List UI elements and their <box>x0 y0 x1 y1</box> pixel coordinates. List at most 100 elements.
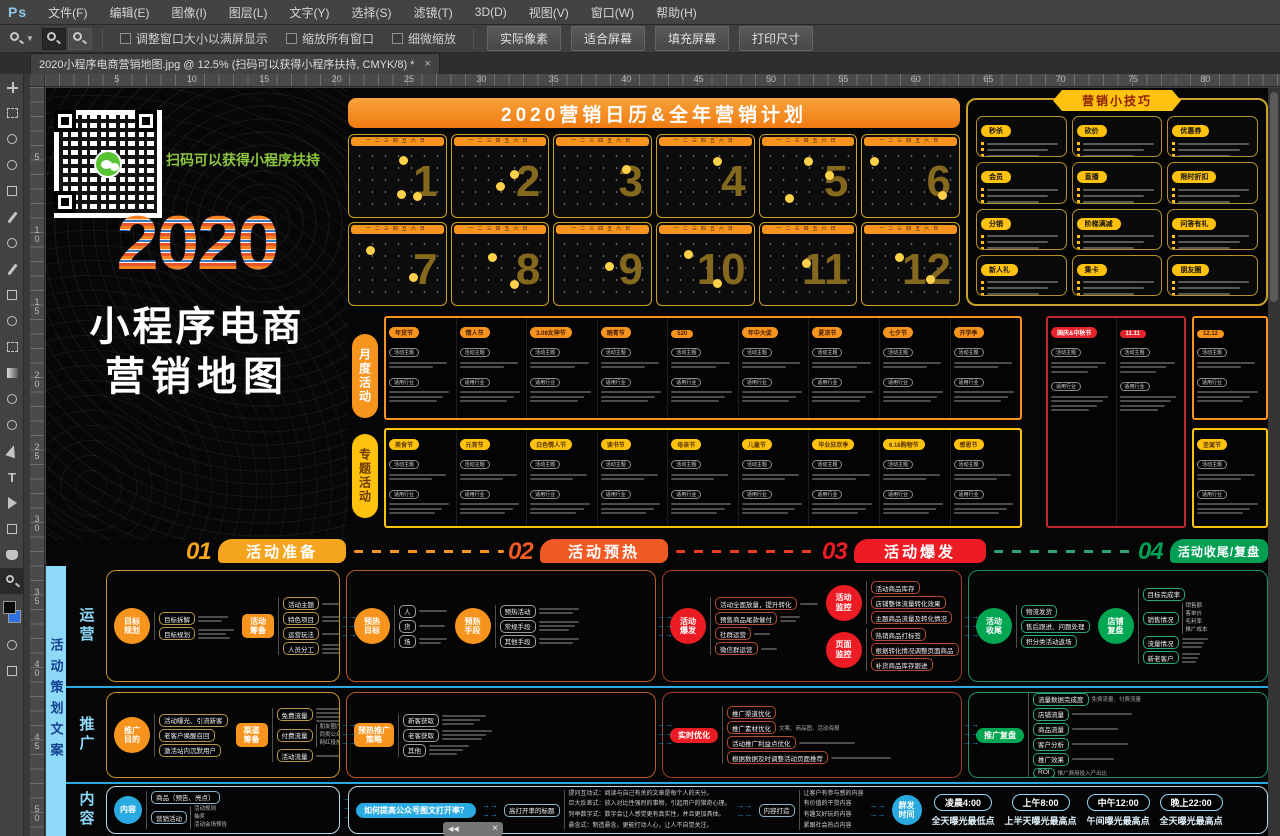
flow-branch-skeleton <box>322 616 340 622</box>
monthly-activities-label: 月度活动 <box>352 334 378 418</box>
clone-stamp-tool[interactable] <box>0 282 24 308</box>
dodge-tool[interactable] <box>0 412 24 438</box>
text-skeleton <box>1083 281 1154 283</box>
zoom-out-toggle[interactable] <box>68 28 92 50</box>
scrollbar-thumb[interactable] <box>1270 92 1278 302</box>
text-skeleton <box>742 503 802 505</box>
text-skeleton <box>742 366 786 368</box>
document-canvas[interactable]: 扫码可以获得小程序扶持2020小程序电商营销地图2020营销日历&全年营销计划一… <box>46 88 1268 836</box>
options-button[interactable]: 适合屏幕 <box>571 26 645 51</box>
floating-mini-window[interactable]: ◀◀ × <box>443 822 503 836</box>
calendar-month-number: 2 <box>516 147 540 217</box>
festival-label: 读书节 <box>601 439 631 450</box>
checkbox-box[interactable] <box>120 33 131 44</box>
shape-tool[interactable] <box>0 516 24 542</box>
screen-mode-tool[interactable] <box>0 658 24 684</box>
theme-label: 活动主题 <box>883 348 913 357</box>
flow-branch-subs: 销售额客单价毛利率推广成本 <box>1182 603 1208 635</box>
flow-branch-label: 活动流量 <box>277 749 313 762</box>
chevron-down-icon[interactable]: ▼ <box>26 34 34 43</box>
crop-tool[interactable] <box>0 178 24 204</box>
vertical-ruler[interactable]: 5101520253035404550 <box>30 87 45 836</box>
menu-item[interactable]: 编辑(E) <box>98 0 160 25</box>
industry-label: 适用行业 <box>671 378 701 387</box>
horizontal-ruler[interactable]: 5101520253035404550556065707580 <box>30 74 1280 87</box>
close-icon[interactable]: × <box>492 824 498 834</box>
menu-item[interactable]: 视图(V) <box>518 0 580 25</box>
text-skeleton <box>954 362 1012 364</box>
send-time-pill: 上午8:00 <box>1012 794 1070 811</box>
type-tool-icon: T <box>8 471 16 484</box>
flow-branch: 热销商品打标签 <box>871 628 959 641</box>
menu-item[interactable]: 图层(L) <box>218 0 279 25</box>
option-checkbox[interactable]: 细微缩放 <box>392 30 456 47</box>
type-tool[interactable]: T <box>0 464 24 490</box>
history-brush-tool[interactable] <box>0 308 24 334</box>
menu-item[interactable]: 文字(Y) <box>278 0 340 25</box>
move-tool[interactable] <box>0 74 24 100</box>
flow-branch: 店铺整体流量转化效果 <box>871 596 953 609</box>
menu-item[interactable]: 选择(S) <box>340 0 402 25</box>
quick-mask-tool[interactable] <box>0 632 24 658</box>
pen-tool[interactable] <box>0 438 24 464</box>
lasso-tool[interactable] <box>0 126 24 152</box>
flow-group: 活动 监控活动商品库存店铺整体流量转化效果主题商品流量及转化情况 <box>826 581 959 624</box>
options-button[interactable]: 打印尺寸 <box>739 26 813 51</box>
flow-branch-label: 活动商品库存 <box>871 581 920 594</box>
flow-branch: 活动曝光、引流新客 <box>159 714 228 727</box>
text-skeleton <box>1182 653 1200 655</box>
menu-item[interactable]: 3D(D) <box>464 0 518 25</box>
tip-text-line <box>1172 142 1253 145</box>
gradient-tool[interactable] <box>0 360 24 386</box>
flow-branch: 推广渠道优化 <box>727 706 891 719</box>
festival-label: 开学季 <box>954 327 984 338</box>
path-selection-tool[interactable] <box>0 490 24 516</box>
menu-item[interactable]: 窗口(W) <box>580 0 645 25</box>
eyedropper-tool[interactable] <box>0 204 24 230</box>
flow-branch: ROI推广费用投入产出比 <box>1033 768 1141 778</box>
calendar-weekday-row: 一二三四五六日 <box>864 225 957 234</box>
option-checkbox[interactable]: 调整窗口大小以满屏显示 <box>120 30 268 47</box>
theme-label: 活动主题 <box>812 348 842 357</box>
document-tab[interactable]: 2020小程序电商营销地图.jpg @ 12.5% (扫码可以获得小程序扶持, … <box>30 53 440 74</box>
checkbox-box[interactable] <box>392 33 403 44</box>
text-skeleton <box>198 633 226 635</box>
menu-item[interactable]: 帮助(H) <box>645 0 708 25</box>
marquee-tool[interactable] <box>0 100 24 126</box>
screen-mode-icon <box>7 666 17 676</box>
hand-tool-icon <box>6 550 18 560</box>
menu-item[interactable]: 图像(I) <box>160 0 217 25</box>
text-skeleton <box>539 608 579 610</box>
brush-tool[interactable] <box>0 256 24 282</box>
foreground-color-swatch[interactable] <box>3 601 16 614</box>
text-skeleton <box>987 195 1048 197</box>
ruler-mark: 40 <box>32 659 42 677</box>
flow-node: 推广复盘 <box>976 728 1024 743</box>
option-checkbox[interactable]: 缩放所有窗口 <box>286 30 374 47</box>
options-button[interactable]: 填充屏幕 <box>655 26 729 51</box>
zoom-in-toggle[interactable] <box>42 28 66 50</box>
zoom-tool[interactable] <box>0 568 24 594</box>
eraser-tool[interactable] <box>0 334 24 360</box>
healing-brush-tool[interactable] <box>0 230 24 256</box>
text-skeleton <box>1182 646 1202 648</box>
tab-close-icon[interactable]: × <box>424 58 430 70</box>
menu-item[interactable]: 滤镜(T) <box>402 0 463 25</box>
text-skeleton <box>1182 661 1196 663</box>
blur-tool[interactable] <box>0 386 24 412</box>
hand-tool[interactable] <box>0 542 24 568</box>
path-selection-tool-icon <box>8 497 17 509</box>
checkbox-box[interactable] <box>286 33 297 44</box>
rewind-icon[interactable]: ◀◀ <box>448 826 459 833</box>
tip-text-line <box>981 293 1062 296</box>
zoom-tool-icon[interactable] <box>10 32 23 45</box>
flow-branch-skeleton <box>316 708 341 722</box>
vertical-scrollbar[interactable] <box>1268 88 1280 836</box>
quick-selection-tool[interactable] <box>0 152 24 178</box>
options-button[interactable]: 实际像素 <box>487 26 561 51</box>
crop-tool-icon <box>7 186 17 196</box>
flow-section-推广-3: 实时优化推广渠道优化推广素材优化文案、商品图、活动海报活动推广利益点优化根据数据… <box>662 692 962 778</box>
tip-text-line <box>1077 200 1158 203</box>
text-skeleton <box>812 478 855 480</box>
menu-item[interactable]: 文件(F) <box>37 0 98 25</box>
